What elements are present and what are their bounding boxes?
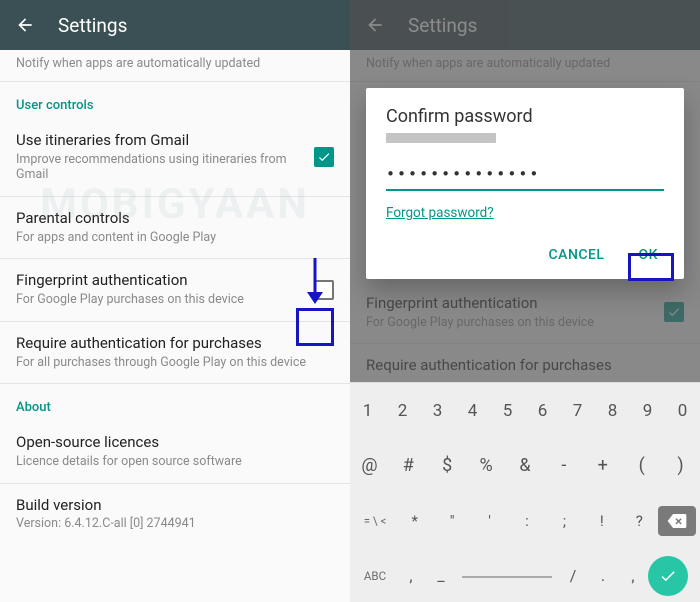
row-parental-controls[interactable]: Parental controls For apps and content i… <box>0 197 350 259</box>
key-6[interactable]: 6 <box>525 401 560 421</box>
use-itineraries-checkbox[interactable] <box>314 147 334 167</box>
row-use-itineraries[interactable]: Use itineraries from Gmail Improve recom… <box>0 119 350 197</box>
build-title: Build version <box>16 496 334 515</box>
key-backspace[interactable] <box>658 506 696 536</box>
keyboard: 1 2 3 4 5 6 7 8 9 0 @ # $ % & - + ( ) <box>350 382 700 602</box>
key-5[interactable]: 5 <box>490 401 525 421</box>
key-space[interactable] <box>462 574 552 578</box>
require-auth-title: Require authentication for purchases <box>16 334 334 353</box>
section-about: About <box>0 384 350 421</box>
section-user-controls: User controls <box>0 82 350 119</box>
key-dquote[interactable]: " <box>433 512 470 530</box>
kb-row-3: = \ < * " ' : ; ! ? <box>350 493 700 548</box>
key-0[interactable]: 0 <box>665 401 700 421</box>
appbar-title: Settings <box>58 14 127 37</box>
key-plus[interactable]: + <box>583 455 622 476</box>
key-percent[interactable]: % <box>467 455 506 476</box>
row-oss[interactable]: Open-source licences Licence details for… <box>0 421 350 483</box>
use-itineraries-sub: Improve recommendations using itinerarie… <box>16 152 314 183</box>
key-slash[interactable]: / <box>558 566 588 585</box>
ok-button[interactable]: OK <box>633 243 665 267</box>
key-at[interactable]: @ <box>350 455 389 476</box>
key-3[interactable]: 3 <box>420 401 455 421</box>
key-qmark[interactable]: ? <box>621 512 658 530</box>
kb-row-2: @ # $ % & - + ( ) <box>350 438 700 493</box>
fingerprint-sub: For Google Play purchases on this device <box>16 292 314 308</box>
use-itineraries-title: Use itineraries from Gmail <box>16 131 314 150</box>
key-semicolon[interactable]: ; <box>546 512 583 530</box>
parental-title: Parental controls <box>16 209 334 228</box>
key-squote[interactable]: ' <box>471 512 508 530</box>
notify-sub: Notify when apps are automatically updat… <box>0 50 350 82</box>
password-input[interactable]: •••••••••••••• <box>386 165 664 191</box>
parental-sub: For apps and content in Google Play <box>16 230 334 246</box>
cancel-button[interactable]: CANCEL <box>543 243 611 267</box>
key-dollar[interactable]: $ <box>428 455 467 476</box>
key-star[interactable]: * <box>396 512 433 530</box>
key-bang[interactable]: ! <box>583 512 620 530</box>
key-7[interactable]: 7 <box>560 401 595 421</box>
key-9[interactable]: 9 <box>630 401 665 421</box>
key-period[interactable]: . <box>588 566 618 585</box>
key-comma2[interactable]: , <box>618 566 648 585</box>
key-enter[interactable] <box>648 556 688 596</box>
key-lparen[interactable]: ( <box>622 455 661 476</box>
key-8[interactable]: 8 <box>595 401 630 421</box>
row-require-auth[interactable]: Require authentication for purchases For… <box>0 322 350 384</box>
key-underscore[interactable]: _ <box>426 566 456 585</box>
row-fingerprint[interactable]: Fingerprint authentication For Google Pl… <box>0 259 350 321</box>
key-dash[interactable]: - <box>544 455 583 476</box>
key-symbols-page[interactable]: = \ < <box>354 514 396 528</box>
oss-sub: Licence details for open source software <box>16 454 334 470</box>
row-build[interactable]: Build version Version: 6.4.12.C-all [0] … <box>0 484 350 545</box>
key-4[interactable]: 4 <box>455 401 490 421</box>
back-button[interactable] <box>14 14 36 36</box>
oss-title: Open-source licences <box>16 433 334 452</box>
key-comma[interactable]: , <box>396 566 426 585</box>
kb-row-1: 1 2 3 4 5 6 7 8 9 0 <box>350 383 700 438</box>
key-colon[interactable]: : <box>508 512 545 530</box>
key-1[interactable]: 1 <box>350 401 385 421</box>
dialog-title: Confirm password <box>386 106 664 127</box>
kb-row-4: ABC , _ / . , <box>350 548 700 602</box>
appbar: Settings <box>0 0 350 50</box>
key-2[interactable]: 2 <box>385 401 420 421</box>
confirm-password-dialog: Confirm password •••••••••••••• Forgot p… <box>366 88 684 279</box>
fingerprint-title: Fingerprint authentication <box>16 271 314 290</box>
key-abc[interactable]: ABC <box>354 569 396 583</box>
require-auth-sub: For all purchases through Google Play on… <box>16 355 334 371</box>
account-redacted <box>386 133 496 143</box>
fingerprint-checkbox[interactable] <box>314 280 334 300</box>
key-rparen[interactable]: ) <box>661 455 700 476</box>
key-amp[interactable]: & <box>506 455 545 476</box>
build-sub: Version: 6.4.12.C-all [0] 2744941 <box>16 516 334 532</box>
key-hash[interactable]: # <box>389 455 428 476</box>
forgot-password-link[interactable]: Forgot password? <box>386 205 494 221</box>
